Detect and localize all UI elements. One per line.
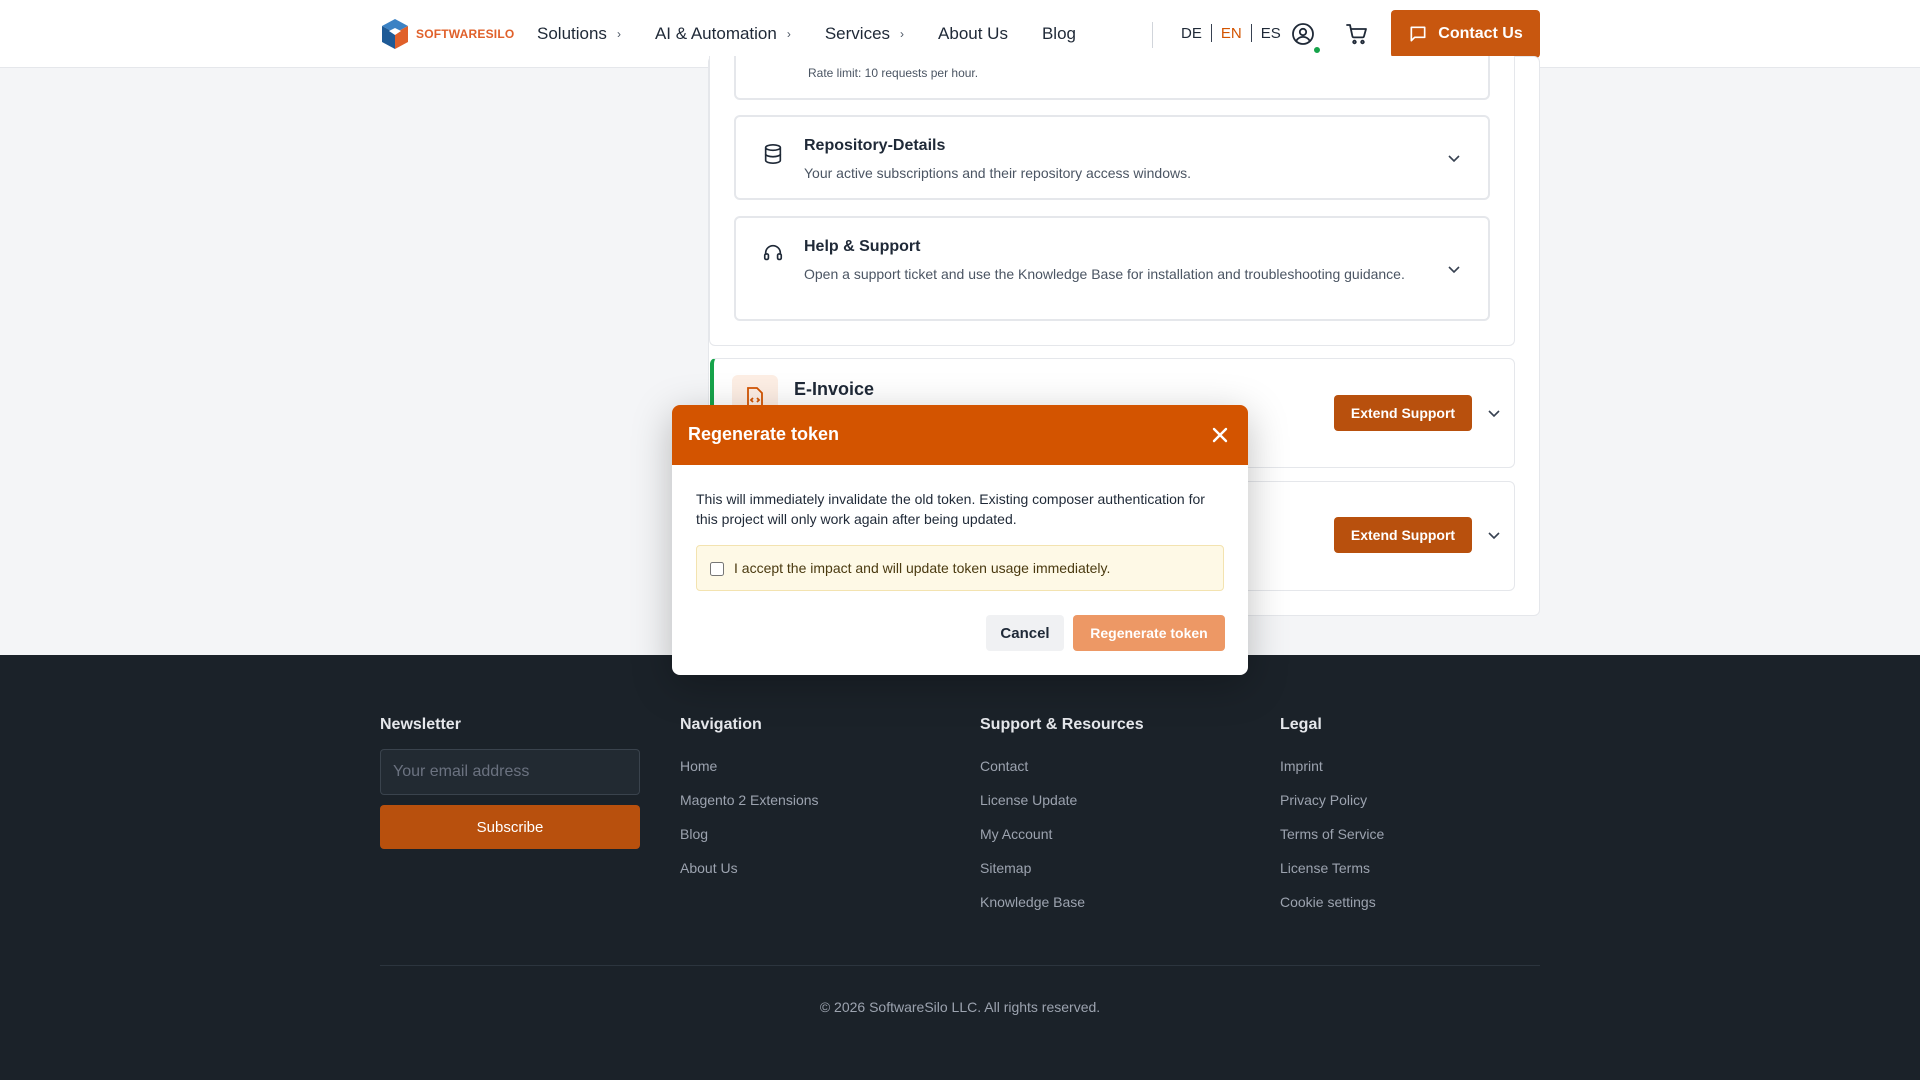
accept-impact-box: I accept the impact and will update toke… [696,545,1224,591]
regenerate-token-dialog: Regenerate token This will immediately i… [672,405,1248,675]
regenerate-token-button[interactable]: Regenerate token [1073,615,1225,651]
dialog-message: This will immediately invalidate the old… [696,491,1205,527]
dialog-header: Regenerate token [672,405,1248,465]
dialog-title: Regenerate token [688,424,840,444]
accept-impact-checkbox[interactable] [710,562,724,576]
cancel-button[interactable]: Cancel [986,615,1064,651]
accept-impact-label[interactable]: I accept the impact and will update toke… [734,560,1110,576]
close-icon[interactable] [1208,423,1232,447]
